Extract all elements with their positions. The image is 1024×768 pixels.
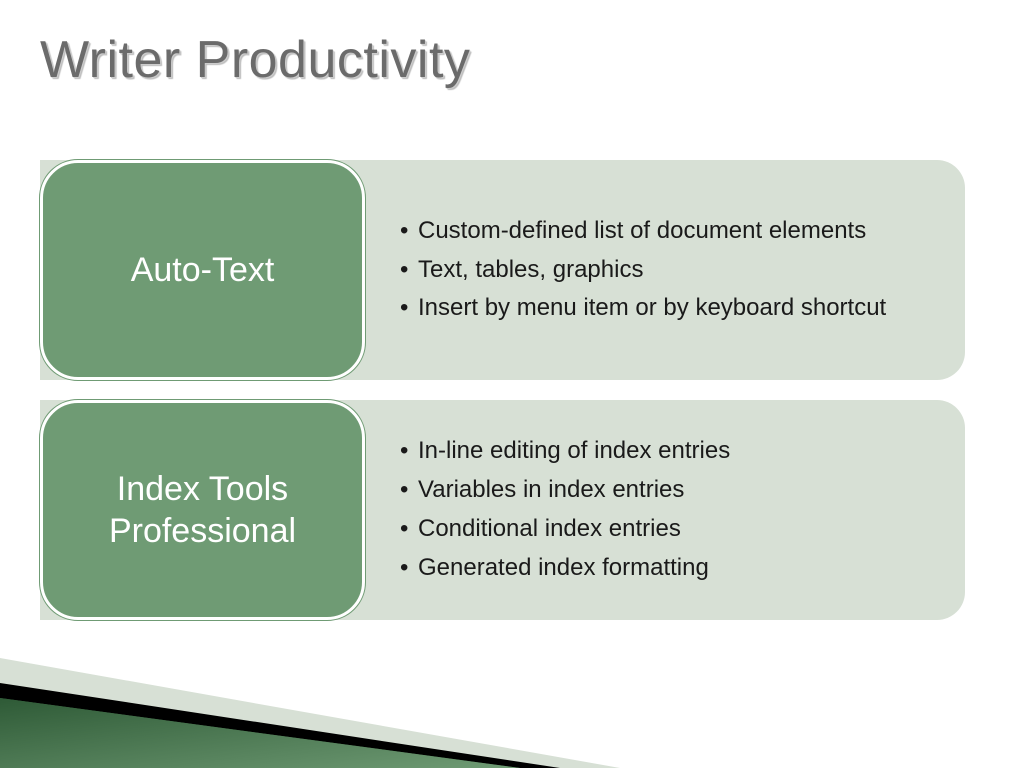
- feature-row-indextools: In-line editing of index entries Variabl…: [40, 400, 965, 620]
- bullet-item: Variables in index entries: [400, 473, 935, 508]
- bullet-item: Insert by menu item or by keyboard short…: [400, 291, 935, 326]
- feature-badge: Auto-Text: [40, 160, 365, 380]
- bullet-item: In-line editing of index entries: [400, 434, 935, 469]
- bullet-item: Generated index formatting: [400, 551, 935, 586]
- feature-row-autotext: Custom-defined list of document elements…: [40, 160, 965, 380]
- bullet-item: Text, tables, graphics: [400, 253, 935, 288]
- feature-badge: Index Tools Professional: [40, 400, 365, 620]
- bullet-item: Custom-defined list of document elements: [400, 214, 935, 249]
- slide: Writer Productivity Custom-defined list …: [0, 0, 1024, 768]
- bullet-item: Conditional index entries: [400, 512, 935, 547]
- slide-title: Writer Productivity: [40, 30, 470, 90]
- decorative-wedge-icon: [0, 628, 620, 768]
